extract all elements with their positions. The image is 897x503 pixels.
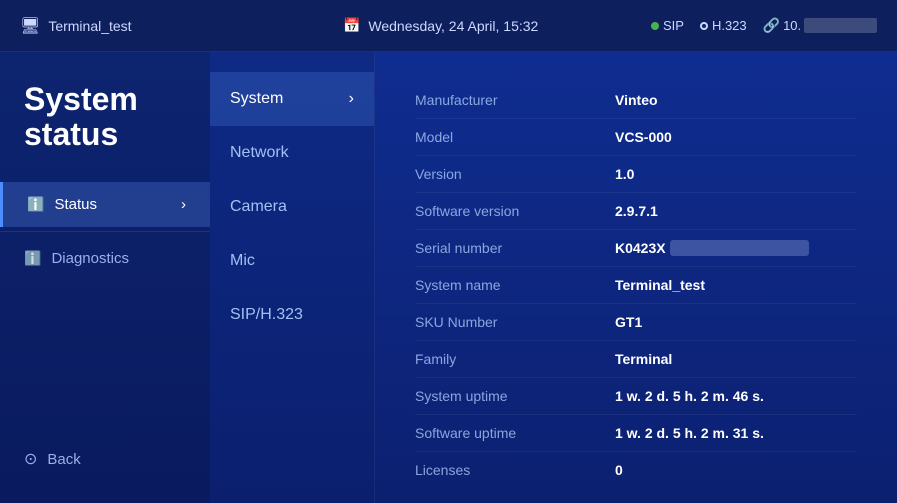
back-button[interactable]: ⊙ Back — [0, 435, 210, 483]
content-area: ManufacturerVinteoModelVCS-000Version1.0… — [375, 52, 897, 503]
info-value: 2.9.7.1 — [615, 203, 658, 219]
main-layout: System status ℹ️ Status › ℹ️ Diagnostics… — [0, 52, 897, 503]
info-label: Serial number — [415, 240, 615, 256]
info-value: Terminal_test — [615, 277, 705, 293]
back-icon: ⊙ — [24, 449, 37, 469]
submenu-item-mic[interactable]: Mic — [210, 234, 374, 288]
ip-hidden-label: ████ — [804, 18, 877, 33]
sip-dot-icon — [651, 22, 659, 30]
table-row: Software uptime1 w. 2 d. 5 h. 2 m. 31 s. — [415, 415, 857, 452]
info-value: VCS-000 — [615, 129, 672, 145]
back-label: Back — [47, 451, 80, 468]
network-icon: 🔗 — [763, 17, 780, 34]
info-label: System uptime — [415, 388, 615, 404]
submenu-system-label: System — [230, 90, 283, 108]
sidebar-item-diagnostics[interactable]: ℹ️ Diagnostics — [0, 236, 210, 281]
monitor-icon: 🖥 — [20, 16, 40, 36]
submenu-item-sip-h323[interactable]: SIP/H.323 — [210, 288, 374, 342]
info-label: Licenses — [415, 462, 615, 478]
info-value: 1 w. 2 d. 5 h. 2 m. 31 s. — [615, 425, 764, 441]
datetime-area: 📅 Wednesday, 24 April, 15:32 — [230, 17, 651, 34]
datetime-label: Wednesday, 24 April, 15:32 — [368, 18, 538, 34]
h323-dot-icon — [700, 22, 708, 30]
submenu-camera-label: Camera — [230, 198, 287, 216]
info-value: 1.0 — [615, 166, 634, 182]
table-row: System uptime1 w. 2 d. 5 h. 2 m. 46 s. — [415, 378, 857, 415]
info-label: Family — [415, 351, 615, 367]
info-label: Version — [415, 166, 615, 182]
submenu-item-system[interactable]: System › — [210, 72, 374, 126]
info-label: Manufacturer — [415, 92, 615, 108]
sidebar-middle: System › Network Camera Mic SIP/H.323 — [210, 52, 375, 503]
connection-status-area: SIP H.323 🔗 10. ████ — [651, 17, 877, 34]
table-row: FamilyTerminal — [415, 341, 857, 378]
table-row: Licenses0 — [415, 452, 857, 488]
info-label: Software uptime — [415, 425, 615, 441]
info-value: Terminal — [615, 351, 672, 367]
table-row: Serial numberK0423X████████ — [415, 230, 857, 267]
page-title: System status — [0, 82, 210, 182]
sip-label: SIP — [663, 18, 684, 33]
sidebar-item-status[interactable]: ℹ️ Status › — [0, 182, 210, 227]
calendar-icon: 📅 — [343, 17, 360, 34]
info-label: Software version — [415, 203, 615, 219]
info-value: Vinteo — [615, 92, 658, 108]
submenu-sip-label: SIP/H.323 — [230, 306, 303, 324]
app-title-area: 🖥 Terminal_test — [20, 16, 230, 36]
submenu-mic-label: Mic — [230, 252, 255, 270]
submenu-item-camera[interactable]: Camera — [210, 180, 374, 234]
table-row: System nameTerminal_test — [415, 267, 857, 304]
diagnostics-icon: ℹ️ — [24, 250, 41, 267]
nav-divider — [0, 231, 210, 232]
table-row: ModelVCS-000 — [415, 119, 857, 156]
submenu-chevron-icon: › — [349, 90, 354, 108]
info-value: K0423X████████ — [615, 240, 809, 256]
table-row: SKU NumberGT1 — [415, 304, 857, 341]
ip-label: 10. — [783, 18, 801, 33]
sidebar-left: System status ℹ️ Status › ℹ️ Diagnostics… — [0, 52, 210, 503]
h323-status: H.323 — [700, 18, 747, 33]
submenu-item-network[interactable]: Network — [210, 126, 374, 180]
submenu-network-label: Network — [230, 144, 289, 162]
table-row: Version1.0 — [415, 156, 857, 193]
app-title: Terminal_test — [48, 18, 131, 34]
info-value: 1 w. 2 d. 5 h. 2 m. 46 s. — [615, 388, 764, 404]
table-row: ManufacturerVinteo — [415, 82, 857, 119]
top-bar: 🖥 Terminal_test 📅 Wednesday, 24 April, 1… — [0, 0, 897, 52]
sip-status: SIP — [651, 18, 684, 33]
info-value: 0 — [615, 462, 623, 478]
ip-address-area: 🔗 10. ████ — [763, 17, 877, 34]
table-row: Software version2.9.7.1 — [415, 193, 857, 230]
chevron-right-icon: › — [181, 196, 186, 213]
sidebar-item-diagnostics-label: Diagnostics — [51, 250, 129, 267]
info-value: GT1 — [615, 314, 642, 330]
h323-label: H.323 — [712, 18, 747, 33]
info-label: System name — [415, 277, 615, 293]
info-label: SKU Number — [415, 314, 615, 330]
info-label: Model — [415, 129, 615, 145]
info-table: ManufacturerVinteoModelVCS-000Version1.0… — [415, 82, 857, 488]
sidebar-item-status-label: Status — [54, 196, 97, 213]
info-icon: ℹ️ — [27, 196, 44, 213]
